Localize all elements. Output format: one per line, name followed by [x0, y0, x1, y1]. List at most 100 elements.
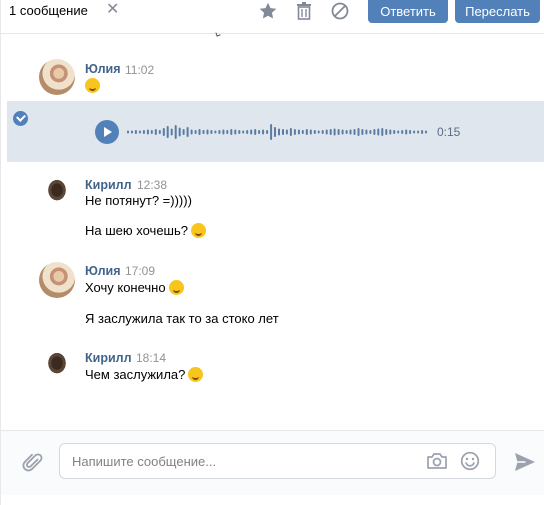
laughing-emoji-icon	[190, 223, 206, 238]
message-input[interactable]	[72, 452, 412, 470]
waveform-bar	[417, 130, 420, 134]
waveform-bar	[142, 130, 145, 134]
message-time: 11:02	[125, 63, 155, 77]
waveform-bar	[313, 130, 316, 134]
waveform-bar	[421, 130, 424, 134]
waveform-bar	[250, 129, 253, 135]
waveform-bar	[178, 127, 181, 137]
waveform-bar	[230, 129, 233, 135]
waveform-bar	[154, 129, 157, 135]
waveform-bar	[150, 130, 153, 134]
conversation-window: 1 сообщение ✕ Ответить Переслать Юлия 11…	[0, 0, 544, 505]
message-author[interactable]: Кирилл	[85, 178, 132, 192]
waveform-bar	[361, 129, 364, 135]
avatar[interactable]	[39, 348, 75, 384]
waveform-bar	[210, 130, 213, 134]
paperclip-icon[interactable]	[22, 452, 44, 474]
waveform-bar	[166, 126, 169, 138]
waveform-bar	[353, 129, 356, 135]
message-time: 18:14	[136, 351, 167, 365]
waveform-bar	[301, 130, 304, 134]
message-item[interactable]: Кирилл 12:38 Не потянут? =))))) На шею х…	[1, 175, 544, 245]
message-text: Я заслужила так то за стоко лет	[85, 311, 279, 326]
reply-button[interactable]: Ответить	[368, 0, 448, 23]
waveform-bar	[134, 130, 137, 134]
waveform-bar	[222, 129, 225, 135]
forward-button[interactable]: Переслать	[455, 0, 540, 23]
waveform-bar	[405, 129, 408, 135]
waveform-bar	[238, 130, 241, 134]
waveform-bar	[381, 128, 384, 136]
camera-icon[interactable]	[426, 451, 448, 471]
message-item[interactable]: Юлия 17:09 Хочу конечно Я заслужила так …	[1, 262, 544, 332]
waveform-bar	[377, 128, 380, 136]
waveform-bar	[425, 130, 427, 134]
waveform-bar	[289, 128, 292, 136]
avatar[interactable]	[39, 262, 75, 298]
selected-voice-message[interactable]: 0:15	[7, 101, 544, 162]
waveform-bar	[262, 129, 265, 135]
waveform-bar	[397, 130, 400, 134]
avatar[interactable]	[39, 175, 75, 211]
voice-duration: 0:15	[437, 125, 461, 139]
waveform-bar	[158, 130, 161, 134]
avatar[interactable]	[39, 59, 75, 95]
waveform-bar	[413, 130, 416, 134]
waveform-bar	[127, 130, 129, 134]
waveform-bar	[321, 130, 324, 134]
waveform-bar	[218, 130, 221, 134]
waveform-bar	[146, 129, 149, 135]
waveform-bar	[226, 130, 229, 134]
waveform-bar	[357, 128, 360, 136]
check-icon[interactable]	[13, 111, 28, 126]
waveform-bar	[278, 128, 280, 136]
star-icon[interactable]	[258, 1, 278, 21]
waveform-bar	[234, 129, 237, 135]
waveform-bar	[369, 130, 372, 134]
waveform-bar	[317, 130, 320, 134]
grinning-emoji-icon	[168, 280, 184, 295]
audio-waveform[interactable]	[127, 119, 429, 145]
trash-icon[interactable]	[294, 1, 314, 21]
waveform-bar	[285, 129, 288, 135]
waveform-bar	[190, 129, 193, 135]
waveform-bar	[325, 129, 328, 135]
smile-icon[interactable]	[460, 451, 480, 471]
waveform-bar	[389, 129, 392, 135]
waveform-bar	[214, 130, 217, 134]
waveform-bar	[254, 129, 257, 135]
waveform-bar	[182, 129, 185, 135]
message-author[interactable]: Юлия	[85, 62, 121, 76]
play-icon[interactable]	[95, 120, 119, 144]
message-text: Чем заслужила?	[85, 367, 204, 383]
message-time: 12:38	[137, 178, 168, 192]
waveform-bar	[206, 129, 209, 135]
waveform-bar	[349, 129, 352, 135]
waveform-bar	[246, 130, 249, 134]
waveform-bar	[401, 130, 404, 134]
waveform-bar	[194, 130, 197, 134]
send-icon[interactable]	[514, 452, 536, 472]
close-icon[interactable]: ✕	[106, 2, 120, 18]
message-item[interactable]: Кирилл 18:14 Чем заслужила?	[1, 348, 544, 388]
message-text: Не потянут? =)))))	[85, 193, 192, 208]
waveform-bar	[170, 128, 173, 136]
message-item[interactable]: Юлия 11:02	[1, 58, 544, 98]
waveform-bar	[409, 130, 412, 134]
waveform-bar	[305, 129, 308, 135]
waveform-bar	[131, 130, 133, 134]
waveform-bar	[385, 129, 388, 135]
waveform-bar	[365, 129, 368, 135]
waveform-bar	[162, 128, 165, 136]
message-composer	[1, 430, 544, 495]
waveform-bar	[274, 127, 276, 137]
waveform-bar	[373, 129, 376, 135]
block-icon[interactable]	[330, 1, 350, 21]
message-author[interactable]: Юлия	[85, 264, 121, 278]
message-text	[85, 78, 100, 94]
waveform-bar	[242, 130, 245, 134]
message-author[interactable]: Кирилл	[85, 351, 132, 365]
winking-emoji-icon	[188, 367, 204, 382]
cropped-text-fragment	[215, 31, 221, 37]
message-input-box[interactable]	[59, 443, 496, 479]
